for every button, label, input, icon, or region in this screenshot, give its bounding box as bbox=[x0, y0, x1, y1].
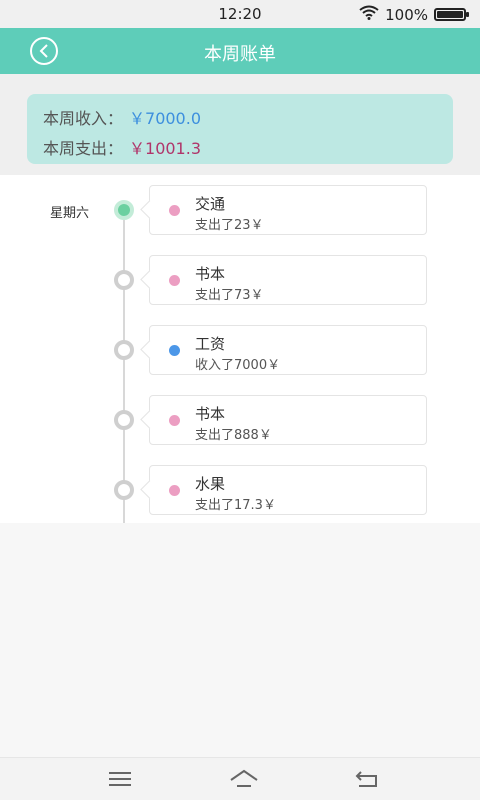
summary-area: 本周收入： ￥7000.0 本周支出： ￥1001.3 bbox=[0, 74, 480, 175]
category-dot bbox=[169, 485, 180, 496]
list-item[interactable]: 交通 支出了23￥ bbox=[149, 185, 427, 235]
entry-detail: 支出了23￥ bbox=[195, 218, 264, 233]
battery-text: 100% bbox=[385, 5, 428, 24]
timeline-node bbox=[114, 480, 134, 500]
app-header: 本周账单 bbox=[0, 28, 480, 74]
expense-label: 本周支出： bbox=[43, 139, 124, 158]
timeline-node bbox=[114, 410, 134, 430]
home-button[interactable] bbox=[221, 766, 261, 792]
wifi-icon bbox=[359, 5, 379, 24]
entry-category: 书本 bbox=[195, 265, 226, 283]
entry-category: 书本 bbox=[195, 405, 226, 423]
page-title: 本周账单 bbox=[204, 44, 276, 65]
category-dot bbox=[169, 345, 180, 356]
list-item[interactable]: 书本 支出了73￥ bbox=[149, 255, 427, 305]
back-icon bbox=[355, 771, 377, 787]
timeline-node bbox=[114, 270, 134, 290]
expense-row: 本周支出： ￥1001.3 bbox=[43, 135, 201, 159]
battery-fill bbox=[437, 11, 463, 18]
timeline-node bbox=[114, 200, 134, 220]
income-row: 本周收入： ￥7000.0 bbox=[43, 105, 201, 129]
summary-card: 本周收入： ￥7000.0 本周支出： ￥1001.3 bbox=[27, 94, 453, 164]
battery-icon bbox=[434, 8, 469, 21]
entry-category: 工资 bbox=[195, 335, 226, 353]
status-bar: 12:20 100% bbox=[0, 0, 480, 28]
category-dot bbox=[169, 205, 180, 216]
entry-detail: 支出了73￥ bbox=[195, 288, 264, 303]
timeline: 星期六 交通 支出了23￥ 书本 支出了73￥ 工资 收入了7000￥ 书本 支… bbox=[0, 175, 480, 523]
list-item[interactable]: 水果 支出了17.3￥ bbox=[149, 465, 427, 515]
expense-value: ￥1001.3 bbox=[129, 139, 202, 158]
list-item[interactable]: 工资 收入了7000￥ bbox=[149, 325, 427, 375]
list-item[interactable]: 书本 支出了888￥ bbox=[149, 395, 427, 445]
entry-category: 交通 bbox=[195, 195, 226, 213]
status-right: 100% bbox=[359, 5, 469, 24]
timeline-node bbox=[114, 340, 134, 360]
menu-button[interactable] bbox=[100, 766, 140, 792]
entry-detail: 支出了888￥ bbox=[195, 428, 272, 443]
category-dot bbox=[169, 275, 180, 286]
home-icon bbox=[230, 769, 258, 787]
entry-detail: 收入了7000￥ bbox=[195, 358, 281, 373]
entry-category: 水果 bbox=[195, 475, 226, 493]
menu-icon bbox=[109, 772, 131, 786]
timeline-line bbox=[123, 211, 125, 523]
category-dot bbox=[169, 415, 180, 426]
income-label: 本周收入： bbox=[43, 109, 124, 128]
entry-detail: 支出了17.3￥ bbox=[195, 498, 276, 513]
back-nav-button[interactable] bbox=[346, 766, 386, 792]
system-nav-bar bbox=[0, 757, 480, 800]
income-value: ￥7000.0 bbox=[129, 109, 202, 128]
day-label: 星期六 bbox=[50, 206, 90, 221]
